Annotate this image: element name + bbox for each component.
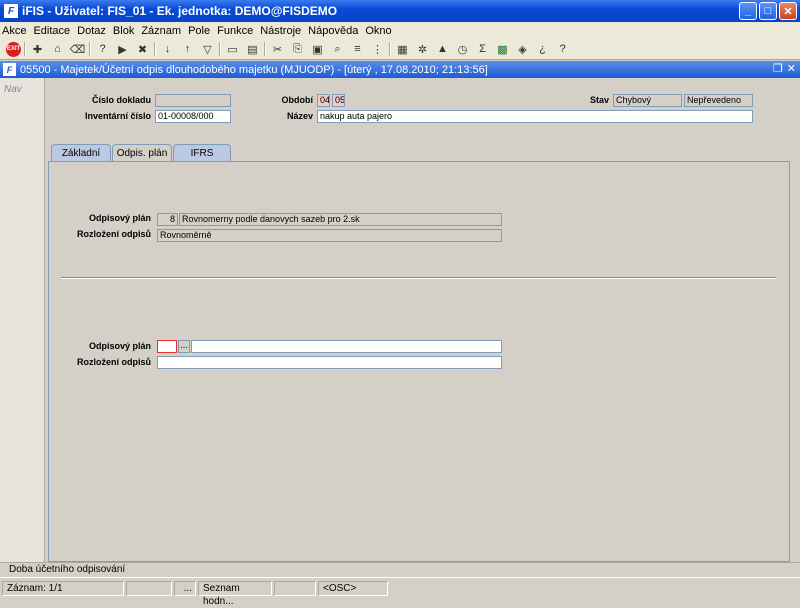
list-icon[interactable]: ≡ [349,41,366,58]
restore-icon[interactable]: ❐ [773,62,783,75]
form-body: Číslo dokladu Inventární číslo 01-00008/… [45,78,800,562]
paste-icon[interactable]: ▣ [309,41,326,58]
status-segment-5 [274,581,316,596]
status-record: Záznam: 1/1 [2,581,124,596]
period-month-field[interactable]: 04 [317,94,330,107]
cancel-query-icon[interactable]: ✖ [134,41,151,58]
menu-editace[interactable]: Editace [33,25,70,37]
copy-icon[interactable]: ⎘ [289,41,306,58]
form-titlebar: F 05500 - Majetek/Účetní odpis dlouhodob… [0,61,800,78]
period-year-field[interactable]: 05 [332,94,345,107]
upper-plan-label: Odpisový plán [88,213,151,223]
lower-distribution-label: Rozložení odpisů [77,357,151,367]
form-icon: F [3,63,16,76]
filter-icon[interactable]: ▽ [199,41,216,58]
window-titlebar: F iFIS - Uživatel: FIS_01 - Ek. jednotka… [0,0,800,22]
print-preview-icon[interactable]: ▤ [244,41,261,58]
excel-icon[interactable]: ▩ [494,41,511,58]
menu-napoveda[interactable]: Nápověda [308,25,358,37]
export-icon[interactable]: ◈ [514,41,531,58]
find-icon[interactable]: ⌕ [329,41,346,58]
minimize-button[interactable]: _ [739,2,757,20]
upper-distribution-label: Rozložení odpisů [77,229,151,239]
tab-panel: Odpisový plán 8 Rovnomerny podle danovyc… [48,161,790,562]
lower-plan-name-field[interactable] [191,340,502,353]
nav-label[interactable]: Nav [4,84,44,95]
nav-pane: Nav [0,78,45,562]
app-icon: F [4,4,18,18]
menu-dotaz[interactable]: Dotaz [77,25,106,37]
toolbar-separator [219,42,221,56]
enter-query-icon[interactable]: ? [94,41,111,58]
whats-this-icon[interactable]: ? [554,41,571,58]
maximize-button[interactable]: □ [759,2,777,20]
upper-distribution-field[interactable]: Rovnoměrně [157,229,502,242]
menu-zaznam[interactable]: Záznam [141,25,181,37]
toolbar: EXIT ✚ ⌂ ⌫ ? ▶ ✖ ↓ ↑ ▽ ▭ ▤ ✂ ⎘ ▣ ⌕ ≡ ⋮ ▦… [0,39,800,60]
status-bar: Záznam: 1/1 ... Seznam hodn... <OSC> [0,577,800,607]
lower-distribution-field[interactable] [157,356,502,369]
form-close-icon[interactable]: ✕ [787,62,796,75]
clear-icon[interactable]: ⌫ [69,41,86,58]
lower-plan-label: Odpisový plán [88,341,151,351]
doc-number-field[interactable] [155,94,231,107]
inventory-field[interactable]: 01-00008/000 [155,110,231,123]
menu-nastroje[interactable]: Nástroje [260,25,301,37]
form-title: 05500 - Majetek/Účetní odpis dlouhodobéh… [20,63,488,76]
period-label: Období [281,95,314,105]
calculator-icon[interactable]: ▦ [394,41,411,58]
menu-akce[interactable]: Akce [2,25,26,37]
toolbar-separator [24,42,26,56]
sort-asc-icon[interactable]: ↓ [159,41,176,58]
menu-pole[interactable]: Pole [188,25,210,37]
doc-number-label: Číslo dokladu [91,95,151,105]
close-button[interactable]: ✕ [779,2,797,20]
execute-query-icon[interactable]: ▶ [114,41,131,58]
menu-funkce[interactable]: Funkce [217,25,253,37]
name-label: Název [286,111,313,121]
section-divider [61,277,776,279]
cut-icon[interactable]: ✂ [269,41,286,58]
upper-plan-name-field[interactable]: Rovnomerny podle danovych sazeb pro 2.sk [179,213,502,226]
hint-line: Doba účetního odpisování [0,562,800,576]
toolbar-separator [89,42,91,56]
menu-blok[interactable]: Blok [113,25,134,37]
exit-icon[interactable]: EXIT [6,41,21,57]
state-field-2[interactable]: Nepřevedeno [684,94,753,107]
lower-plan-code-field[interactable] [157,340,177,353]
toolbar-separator [389,42,391,56]
settings-icon[interactable]: ✲ [414,41,431,58]
menu-okno[interactable]: Okno [365,25,391,37]
status-segment-2 [126,581,172,596]
toolbar-separator [154,42,156,56]
status-list: Seznam hodn... [198,581,272,607]
window-title: iFIS - Uživatel: FIS_01 - Ek. jednotka: … [22,4,338,18]
chart-icon[interactable]: ▲ [434,41,451,58]
name-field[interactable]: nakup auta pajero [317,110,753,123]
tab-ifrs[interactable]: IFRS [173,144,231,161]
lov-button[interactable]: ... [178,340,190,353]
inventory-label: Inventární číslo [84,111,151,121]
add-record-icon[interactable]: ✚ [29,41,46,58]
state-field[interactable]: Chybový [613,94,682,107]
help-icon[interactable]: ¿ [534,41,551,58]
clock-icon[interactable]: ◷ [454,41,471,58]
status-segment-3: ... [174,581,196,596]
columns-icon[interactable]: ⋮ [369,41,386,58]
sort-desc-icon[interactable]: ↑ [179,41,196,58]
tab-odpis-plan[interactable]: Odpis. plán [112,144,172,162]
status-mode: <OSC> [318,581,388,596]
state-label: Stav [589,95,609,105]
sum-icon[interactable]: Σ [474,41,491,58]
tab-zakladni[interactable]: Základní [51,144,111,161]
save-icon[interactable]: ⌂ [49,41,66,58]
print-icon[interactable]: ▭ [224,41,241,58]
upper-plan-code-field[interactable]: 8 [157,213,178,226]
toolbar-separator [264,42,266,56]
menu-bar: Akce Editace Dotaz Blok Záznam Pole Funk… [0,22,800,39]
